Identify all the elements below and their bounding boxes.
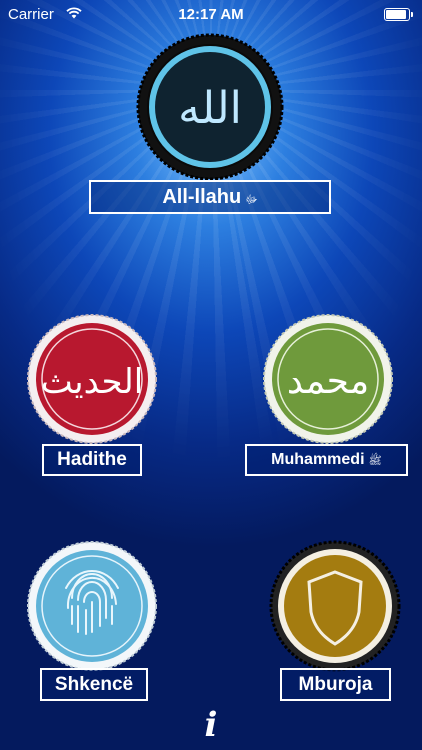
allah-calligraphy-icon: الله xyxy=(136,33,284,181)
allah-calligraphy-text: الله xyxy=(178,83,242,134)
allah-label: All-llahu xyxy=(162,186,242,208)
hadith-calligraphy-text: الحديث xyxy=(41,362,143,402)
muhammad-calligraphy-icon: محمد xyxy=(263,314,393,444)
muhammedi-honorific: ﷺ xyxy=(368,455,382,467)
mburoja-button[interactable]: Mburoja xyxy=(280,668,391,701)
allah-medal-button[interactable]: الله xyxy=(136,33,284,181)
hadithe-label: Hadithe xyxy=(57,449,127,470)
allah-button[interactable]: All-llahu ﷻ xyxy=(89,180,331,214)
muhammedi-button[interactable]: Muhammedi ﷺ xyxy=(245,444,408,476)
mburoja-label: Mburoja xyxy=(298,674,373,695)
shkence-button[interactable]: Shkencë xyxy=(40,668,148,701)
hadithe-button[interactable]: Hadithe xyxy=(42,444,142,476)
hadith-calligraphy-icon: الحديث xyxy=(27,314,157,444)
status-bar: Carrier 12:17 AM xyxy=(0,0,422,30)
fingerprint-icon xyxy=(27,541,157,671)
science-medal-button[interactable] xyxy=(26,540,158,672)
shield-medal-button[interactable] xyxy=(269,540,401,672)
muhammedi-label: Muhammedi xyxy=(271,451,365,468)
info-icon: i xyxy=(204,705,218,745)
allah-honorific: ﷻ xyxy=(245,194,258,206)
battery-icon xyxy=(384,8,413,21)
muhammad-calligraphy-text: محمد xyxy=(287,361,369,402)
muhammad-medal-button[interactable]: محمد xyxy=(262,313,394,445)
hadith-medal-button[interactable]: الحديث xyxy=(26,313,158,445)
shield-icon xyxy=(269,540,401,672)
status-time: 12:17 AM xyxy=(178,6,244,23)
info-button[interactable]: i xyxy=(200,706,222,744)
shkence-label: Shkencë xyxy=(54,674,134,695)
